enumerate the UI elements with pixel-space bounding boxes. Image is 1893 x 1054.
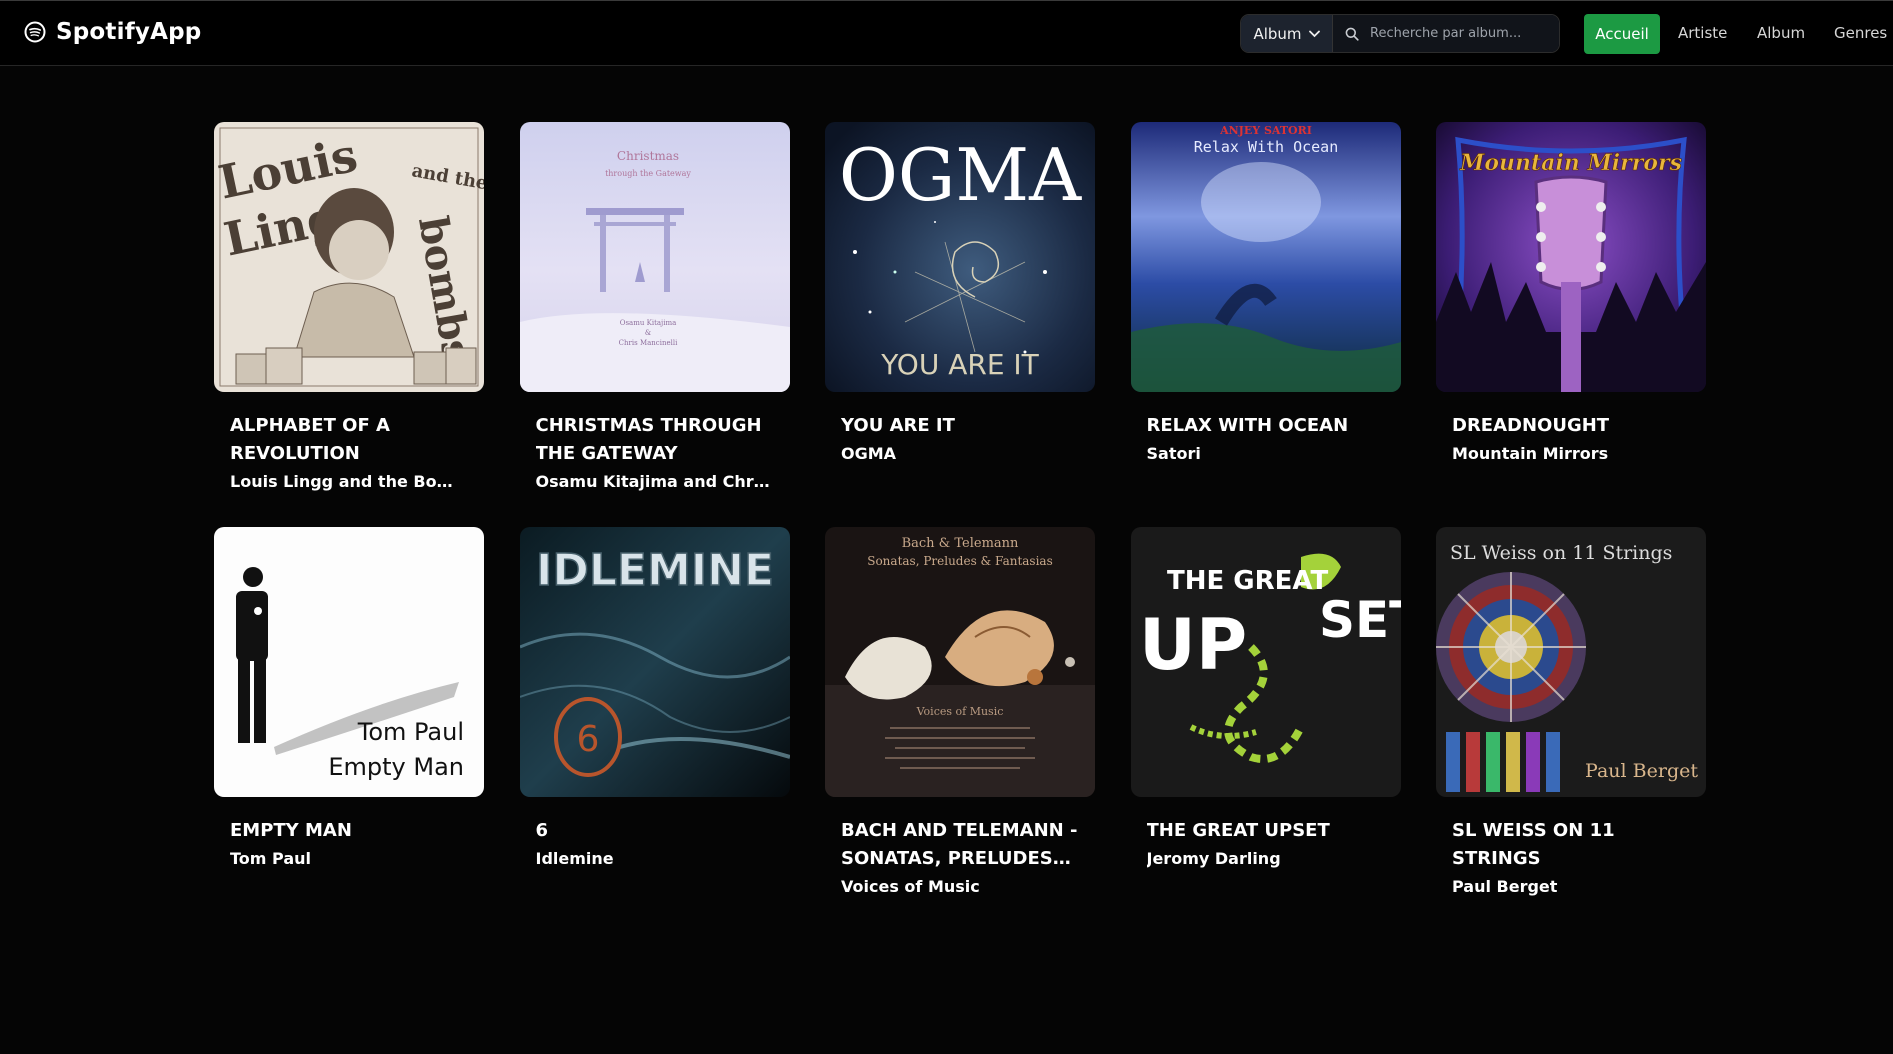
album-cover: OGMA YOU ARE IT [825,122,1095,392]
album-artist: Satori [1146,444,1201,463]
album-artist: Louis Lingg and the Bombs [230,472,468,491]
album-cover: IDLEMINE 6 [519,527,790,797]
album-cover: ANJEY SATORI Relax With Ocean [1130,122,1401,392]
cover-text: Osamu Kitajima [619,319,676,327]
album-artist: Paul Berget [1452,877,1558,896]
cover-text: OGMA [839,133,1082,217]
brand-name: SpotifyApp [56,19,202,45]
album-artist: Idlemine [535,849,614,868]
album-card[interactable]: SL Weiss on 11 Strings Paul Berget SL We… [1436,527,1706,899]
cover-text: Voices of Music [916,705,1004,718]
album-card[interactable]: Bach & Telemann Sonatas, Preludes & Fant… [825,527,1095,899]
album-cover: Christmas through the Gateway Osamu Kita… [519,122,790,392]
cover-text: Christmas [616,149,678,163]
chevron-down-icon [1308,30,1320,37]
album-artist: Jeromy Darling [1146,849,1281,868]
album-card[interactable]: IDLEMINE 6 6 Idlemine [519,527,790,899]
album-artist: Voices of Music [841,877,980,896]
album-title: Dreadnought [1452,415,1610,436]
search-filter-select[interactable]: Album [1241,15,1333,52]
nav-genres-link[interactable]: Genres [1834,24,1887,42]
search-icon [1345,27,1359,41]
album-cover: Mountain Mirrors [1436,122,1706,392]
nav-album-link[interactable]: Album [1757,24,1805,42]
album-card[interactable]: ANJEY SATORI Relax With Ocean Relax With… [1130,122,1401,494]
cover-text: & [644,329,650,337]
cover-text: Paul Berget [1585,760,1698,782]
album-card[interactable]: Mountain Mirrors Dreadnought Mountain Mi… [1436,122,1706,494]
cover-text: Empty Man [328,753,464,781]
cover-text: SL Weiss on 11 Strings [1450,542,1672,564]
cover-text: Chris Mancinelli [618,339,677,347]
cover-text: SET [1319,591,1401,649]
album-title: Alphabet of a Revolution [230,415,390,464]
cover-text: Mountain Mirrors [1459,150,1682,176]
cover-text: Bach & Telemann [902,536,1019,551]
cover-text: UP [1139,604,1247,686]
cover-text: Relax With Ocean [1193,138,1338,156]
cover-text: YOU ARE IT [880,348,1039,381]
cover-text: THE GREAT [1167,566,1329,596]
album-artist: Osamu Kitajima and Chris… [535,472,774,491]
search-filter-value: Album [1253,24,1302,43]
spotify-icon [24,21,46,43]
album-cover: Tom Paul Empty Man [214,527,484,797]
album-cover: THE GREAT UP SET [1130,527,1401,797]
cover-text: ANJEY SATORI [1219,124,1312,137]
album-card[interactable]: OGMA YOU ARE IT You Are It OGMA [825,122,1095,494]
cover-text: IDLEMINE [535,545,773,596]
search-box [1333,15,1559,52]
album-cover: SL Weiss on 11 Strings Paul Berget [1436,527,1706,797]
cover-text: Tom Paul [357,718,464,746]
album-title: The Great Upset [1146,820,1330,841]
nav-home-button[interactable]: Accueil [1584,14,1660,54]
album-title: Bach and Telemann - Sonatas, Preludes… [841,820,1078,869]
album-artist: Tom Paul [230,849,311,868]
album-title: Empty Man [230,820,352,841]
album-title: SL Weiss on 11 Strings [1452,820,1615,869]
cover-text: 6 [576,719,599,760]
nav-artist-link[interactable]: Artiste [1678,24,1727,42]
album-card[interactable]: THE GREAT UP SET The Great Upset Jeromy … [1130,527,1401,899]
album-artist: Mountain Mirrors [1452,444,1609,463]
album-title: Christmas Through the Gateway [535,415,762,464]
navbar: SpotifyApp Album Accueil Artiste Album G… [0,0,1893,66]
cover-text: Sonatas, Preludes & Fantasias [867,554,1053,568]
album-artist: OGMA [841,444,897,463]
cover-text: through the Gateway [605,169,691,178]
album-title: You Are It [841,415,955,436]
album-title: Relax With Ocean [1146,415,1349,436]
search-group: Album [1240,14,1560,53]
album-title: 6 [535,820,549,841]
search-input[interactable] [1370,26,1540,41]
album-card[interactable]: Louis Lingg and the bombs Alphabet of a … [214,122,484,494]
album-card[interactable]: Christmas through the Gateway Osamu Kita… [519,122,790,494]
brand-logo[interactable]: SpotifyApp [24,19,201,45]
album-grid: Louis Lingg and the bombs Alphabet of a … [214,122,1706,899]
album-card[interactable]: Tom Paul Empty Man Empty Man Tom Paul [214,527,484,899]
album-cover: Bach & Telemann Sonatas, Preludes & Fant… [825,527,1095,797]
album-cover: Louis Lingg and the bombs [214,122,484,392]
